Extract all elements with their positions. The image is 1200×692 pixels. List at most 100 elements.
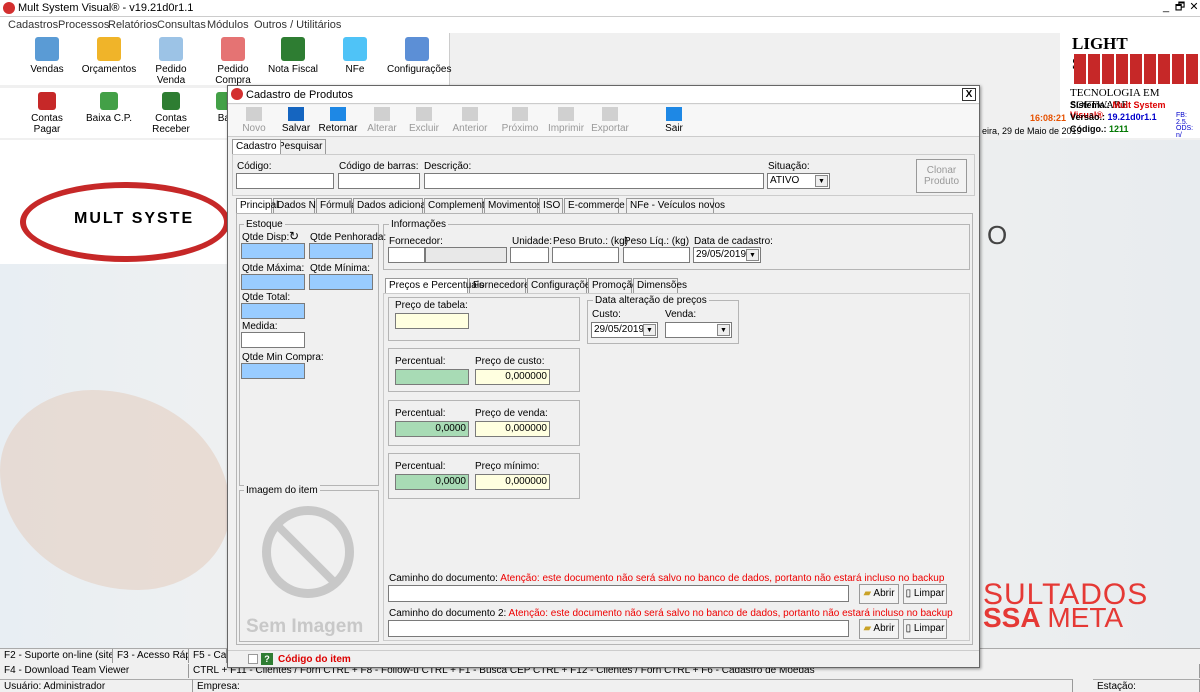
toolbar-nfe-button[interactable]: NFe [325, 33, 385, 75]
dialog-retornar-button[interactable]: Retornar [318, 107, 358, 134]
dialog-toolbar-label: Anterior [452, 123, 488, 134]
data-venda-input[interactable]: ▼ [665, 322, 732, 338]
menu-processos[interactable]: Processos [58, 19, 109, 31]
doc1-path-input[interactable] [388, 585, 849, 602]
dialog-alterar-button[interactable]: Alterar [362, 107, 402, 134]
data-custo-input[interactable]: 29/05/2019 ▼ [591, 322, 658, 338]
doc1-limpar-button[interactable]: ▯ Limpar [903, 584, 947, 604]
tab-cadastro[interactable]: Cadastro [232, 139, 281, 154]
toolbar-baixa-c-p--button[interactable]: Baixa C.P. [79, 88, 139, 124]
data-custo-value: 29/05/2019 [594, 324, 645, 335]
clonar-produto-button[interactable]: Clonar Produto [916, 159, 967, 193]
calendar-dropdown-icon[interactable]: ▼ [746, 249, 759, 261]
subtab-dimens-es[interactable]: Dimensões [633, 278, 687, 293]
tab-pesquisar[interactable]: Pesquisar [274, 139, 327, 154]
codigo-barras-input[interactable] [338, 173, 420, 189]
f3-shortcut[interactable]: F3 - Acesso Rápido [113, 649, 189, 663]
dialog-sair-button[interactable]: Sair [654, 107, 694, 134]
f4-shortcut[interactable]: F4 - Download Team Viewer [0, 664, 189, 678]
invoice-icon [281, 37, 305, 61]
menu-modulos[interactable]: Módulos [207, 19, 249, 31]
doc2-limpar-button[interactable]: ▯ Limpar [903, 619, 947, 639]
preco-tabela-label: Preço de tabela: [395, 300, 468, 311]
doc2-path-input[interactable] [388, 620, 849, 637]
tab-iso[interactable]: ISO [539, 198, 563, 213]
preco-venda-input[interactable]: 0,000000 [475, 421, 550, 437]
station-status: Estação: [1093, 679, 1200, 692]
data-cadastro-input[interactable]: 29/05/2019 ▼ [693, 247, 761, 263]
preco-custo-input[interactable]: 0,000000 [475, 369, 550, 385]
dialog-close-button[interactable]: X [962, 88, 976, 101]
qtde-min-compra-input[interactable] [241, 363, 305, 379]
toolbar-pedido-compra-button[interactable]: Pedido Compra [203, 33, 263, 86]
dialog-exportar-button[interactable]: Exportar [590, 107, 630, 134]
preco-tabela-input[interactable] [395, 313, 469, 329]
main-toolbar: Vendas Orçamentos Pedido Venda Pedido Compr… [0, 33, 451, 86]
descricao-input[interactable] [424, 173, 764, 189]
percentual-minimo-input[interactable]: 0,0000 [395, 474, 469, 490]
dialog-toolbar: Novo Salvar Retornar Alterar Excluir Anterior… [228, 105, 979, 137]
menu-cadastros[interactable]: Cadastros [8, 19, 58, 31]
anterior-icon [462, 107, 478, 121]
toolbar-vendas-button[interactable]: Vendas [17, 33, 77, 75]
subtab-pre-os-e-percentuais[interactable]: Preços e Percentuais [385, 278, 484, 293]
toolbar-contas-pagar-button[interactable]: Contas Pagar [17, 88, 77, 135]
menu-relatorios[interactable]: Relatórios [108, 19, 158, 31]
doc1-abrir-button[interactable]: ▰ Abrir [859, 584, 899, 604]
f5-shortcut[interactable]: F5 - Cale [189, 649, 227, 663]
tab-e-commerce[interactable]: E-commerce [564, 198, 625, 213]
calendar-dropdown-icon[interactable]: ▼ [643, 324, 656, 336]
dialog-pr-ximo-button[interactable]: Próximo [500, 107, 540, 134]
doc2-abrir-button[interactable]: ▰ Abrir [859, 619, 899, 639]
f2-shortcut[interactable]: F2 - Suporte on-line (site) [0, 649, 113, 663]
toolbar-nota-fiscal-button[interactable]: Nota Fiscal [263, 33, 323, 75]
user-status: Usuário: Administrador [0, 679, 193, 692]
percentual-minimo-label: Percentual: [395, 461, 446, 472]
tab-dados-adicionais[interactable]: Dados adicionais [353, 198, 433, 213]
dialog-anterior-button[interactable]: Anterior [450, 107, 490, 134]
dialog-excluir-button[interactable]: Excluir [404, 107, 444, 134]
toolbar-pedido-venda-button[interactable]: Pedido Venda [141, 33, 201, 86]
preco-minimo-label: Preço mínimo: [475, 461, 540, 472]
menu-consultas[interactable]: Consultas [157, 19, 206, 31]
qtde-minima-input[interactable] [309, 274, 373, 290]
doc1-label: Caminho do documento: Atenção: este docu… [389, 573, 945, 584]
subtab-configura-es[interactable]: Configurações [527, 278, 595, 293]
calendar-dropdown-icon[interactable]: ▼ [717, 324, 730, 336]
dialog-novo-button[interactable]: Novo [234, 107, 274, 134]
percentual-custo-input[interactable] [395, 369, 469, 385]
tab-f-rmula[interactable]: Fórmula [316, 198, 357, 213]
logo-text: MULT SYSTE [74, 210, 195, 227]
percentual-venda-input[interactable]: 0,0000 [395, 421, 469, 437]
clock: 16:08:21 [1030, 113, 1067, 123]
tab-principal[interactable]: Principal [236, 198, 278, 213]
refresh-icon[interactable]: ↻ [289, 229, 299, 243]
retornar-icon [330, 107, 346, 121]
toolbar-contas-receber-button[interactable]: Contas Receber [141, 88, 201, 135]
tab-movimentos[interactable]: Movimentos [484, 198, 542, 213]
toolbar-label: Configurações [387, 64, 452, 75]
medida-input[interactable] [241, 332, 305, 348]
informacoes-title: Informações [389, 219, 449, 230]
preco-custo-label: Preço de custo: [475, 356, 545, 367]
unidade-input[interactable] [510, 247, 549, 263]
qtde-maxima-input[interactable] [241, 274, 305, 290]
toolbar-configura-es-button[interactable]: Configurações [387, 33, 451, 75]
preco-minimo-input[interactable]: 0,000000 [475, 474, 550, 490]
menu-outros[interactable]: Outros / Utilitários [254, 19, 341, 31]
tab-nfe-ve-culos-novos[interactable]: NFe - Veículos novos [626, 198, 725, 213]
situacao-select[interactable]: ATIVO ▼ [767, 173, 830, 189]
peso-bruto-input[interactable] [552, 247, 619, 263]
ods-version: ODS: n/ [1176, 125, 1194, 139]
dialog-salvar-button[interactable]: Salvar [276, 107, 316, 134]
footer-checkbox[interactable] [248, 654, 258, 664]
peso-liquido-input[interactable] [623, 247, 690, 263]
codigo-input[interactable] [236, 173, 334, 189]
tab-dados-nf[interactable]: Dados NF [273, 198, 322, 213]
subtab-promo-o[interactable]: Promoção [588, 278, 638, 293]
toolbar-or-amentos-button[interactable]: Orçamentos [79, 33, 139, 75]
fornecedor-code-input[interactable] [388, 247, 425, 263]
close-button[interactable]: ✕ [1186, 0, 1200, 15]
tab-complementos[interactable]: Complementos [424, 198, 495, 213]
dialog-imprimir-button[interactable]: Imprimir [546, 107, 586, 134]
